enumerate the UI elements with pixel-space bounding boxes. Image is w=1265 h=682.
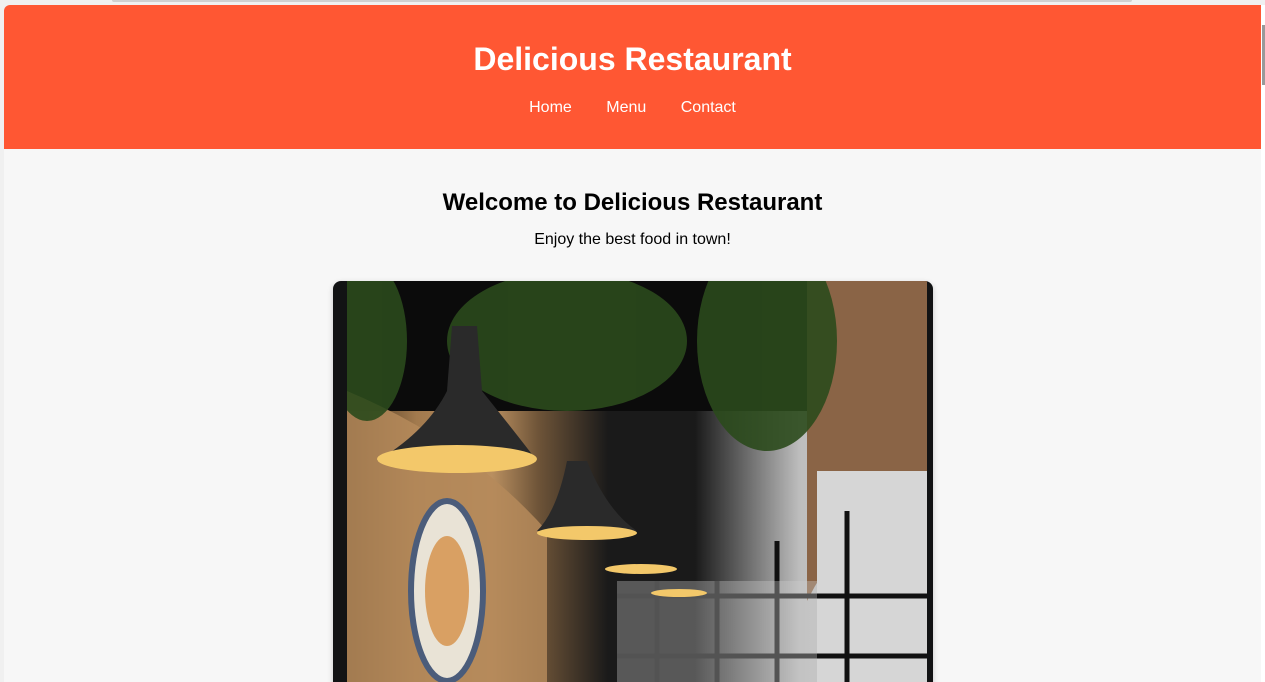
restaurant-image-card	[333, 281, 933, 682]
nav-contact-link[interactable]: Contact	[681, 99, 736, 116]
scrollbar[interactable]	[1261, 5, 1265, 682]
nav-home-link[interactable]: Home	[529, 99, 572, 116]
main-content: Welcome to Delicious Restaurant Enjoy th…	[4, 149, 1261, 249]
main-nav: Home Menu Contact	[4, 99, 1261, 117]
welcome-heading: Welcome to Delicious Restaurant	[442, 189, 823, 216]
browser-top-edge	[112, 0, 1132, 2]
site-title: Delicious Restaurant	[473, 41, 792, 77]
site-header: Delicious Restaurant Home Menu Contact	[4, 5, 1261, 149]
tagline: Enjoy the best food in town!	[534, 231, 731, 248]
restaurant-interior-image	[347, 281, 927, 682]
nav-menu-link[interactable]: Menu	[606, 99, 646, 116]
page: Delicious Restaurant Home Menu Contact W…	[4, 5, 1261, 682]
